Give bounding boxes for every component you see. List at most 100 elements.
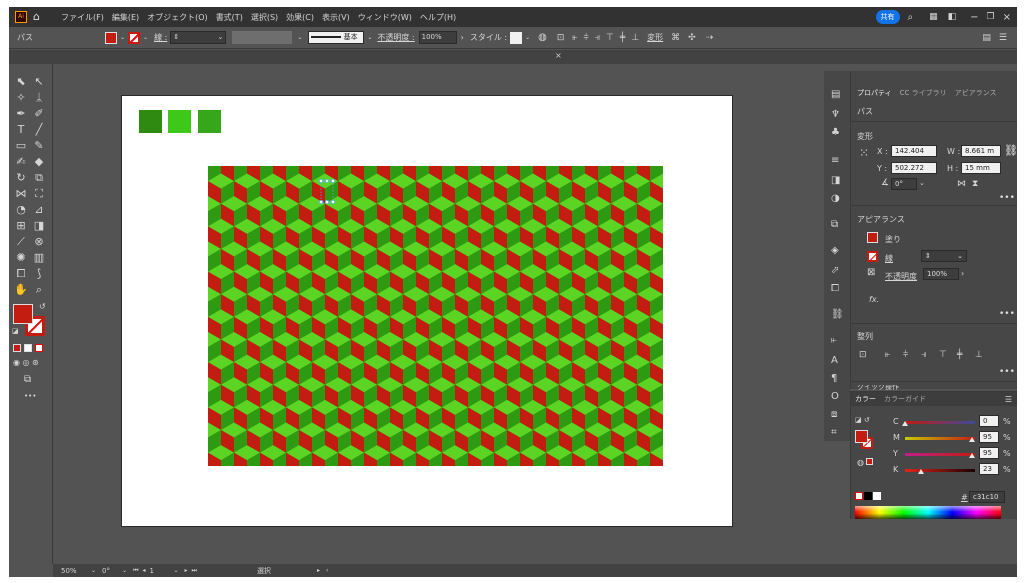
- align-left-icon[interactable]: ⫦: [572, 33, 577, 43]
- reference-point-icon[interactable]: ⁙: [859, 147, 869, 159]
- tab-color[interactable]: カラー: [855, 394, 876, 404]
- transform-label[interactable]: 変形: [647, 32, 663, 43]
- rotate-tool-icon[interactable]: ↻: [12, 170, 30, 186]
- last-artboard-icon[interactable]: ⏭: [192, 567, 197, 575]
- asset-export-icon[interactable]: ⬀: [831, 265, 839, 277]
- eyedropper-tool-icon[interactable]: ⟋: [12, 234, 30, 250]
- transparency-panel-icon[interactable]: ◑: [831, 193, 840, 205]
- align-to-icon[interactable]: ⊡: [859, 349, 867, 361]
- status-mode-label[interactable]: 選択: [257, 566, 317, 576]
- isometric-cube-pattern[interactable]: [208, 166, 663, 466]
- align-bottom-icon[interactable]: ⊥: [975, 349, 983, 361]
- minimize-icon[interactable]: −: [970, 12, 978, 23]
- home-icon[interactable]: ⌂: [33, 11, 47, 23]
- cyan-slider[interactable]: [905, 421, 975, 424]
- perspective-grid-tool-icon[interactable]: ⊿: [30, 202, 48, 218]
- align-middle-icon[interactable]: ╪: [620, 33, 625, 43]
- magic-wand-tool-icon[interactable]: ✧: [12, 90, 30, 106]
- align-bottom-icon[interactable]: ⊥: [631, 33, 639, 43]
- previous-artboard-icon[interactable]: ◂: [142, 567, 145, 574]
- fx-button[interactable]: fx.: [869, 295, 879, 304]
- status-menu-icon[interactable]: ▸: [317, 567, 320, 574]
- edit-toolbar-icon[interactable]: •••: [24, 392, 36, 400]
- black-value-field[interactable]: 23: [979, 463, 999, 475]
- y-position-field[interactable]: 502.272: [891, 162, 937, 174]
- align-center-icon[interactable]: ⫩: [903, 349, 908, 361]
- fill-swatch[interactable]: [105, 31, 117, 44]
- tab-cc-libraries[interactable]: CC ライブラリ: [900, 88, 947, 98]
- panel-options-icon[interactable]: ☰: [999, 33, 1007, 43]
- magenta-slider-thumb[interactable]: [968, 437, 975, 442]
- screen-mode-icon[interactable]: ⧉: [24, 374, 31, 385]
- more-options-icon[interactable]: •••: [999, 309, 1015, 319]
- menu-select[interactable]: 選択(S): [251, 12, 278, 23]
- chevron-down-icon[interactable]: ⌄: [143, 34, 148, 41]
- chevron-down-icon[interactable]: ⌄: [297, 34, 302, 41]
- opacity-field[interactable]: 100%: [923, 268, 959, 280]
- default-colors-icon[interactable]: ◪ ↺: [855, 416, 870, 424]
- chevron-down-icon[interactable]: ⌄: [367, 34, 372, 41]
- appearance-stroke-swatch[interactable]: [867, 251, 878, 262]
- stroke-label[interactable]: 線: [885, 253, 893, 264]
- quick-actions-icon[interactable]: ⇢: [706, 33, 714, 43]
- panel-menu-icon[interactable]: ☰: [1005, 395, 1012, 404]
- menu-type[interactable]: 書式(T): [216, 12, 243, 23]
- artboard-number-field[interactable]: 1: [149, 567, 173, 575]
- chevron-down-icon[interactable]: ⌄: [120, 34, 125, 41]
- chevron-down-icon[interactable]: ⌄: [173, 567, 178, 574]
- variable-width-field[interactable]: [232, 31, 293, 44]
- rotation-field[interactable]: 0°: [102, 567, 122, 575]
- isolate-icon[interactable]: ⌘: [671, 33, 680, 43]
- character-panel-icon[interactable]: ⫦: [831, 335, 837, 347]
- menu-window[interactable]: ウィンドウ(W): [358, 12, 412, 23]
- symbol-sprayer-tool-icon[interactable]: ✺: [12, 250, 30, 266]
- selection-tool-icon[interactable]: ⬉: [12, 74, 30, 90]
- chevron-down-icon[interactable]: ⌄: [122, 567, 127, 574]
- share-button[interactable]: 共有: [875, 10, 900, 24]
- stroke-weight-field[interactable]: ⇕ ⌄: [921, 250, 967, 262]
- chevron-down-icon[interactable]: ⌄: [91, 567, 96, 574]
- width-tool-icon[interactable]: ⋈: [12, 186, 30, 202]
- none-white-swatches[interactable]: [855, 492, 881, 502]
- align-center-icon[interactable]: ⫩: [583, 33, 588, 43]
- gradient-mode-icon[interactable]: [24, 344, 32, 352]
- align-to-icon[interactable]: ⊡: [557, 33, 565, 43]
- export-panel-icon[interactable]: ⧉: [831, 219, 838, 231]
- swatch-square-dark[interactable]: [139, 110, 162, 133]
- flip-horizontal-icon[interactable]: ⋈: [957, 178, 966, 190]
- chevron-down-icon[interactable]: ⌄: [919, 177, 925, 189]
- scroll-left-icon[interactable]: ‹: [326, 567, 328, 574]
- lasso-tool-icon[interactable]: ᛦ: [30, 90, 48, 106]
- brush-field[interactable]: 基本: [308, 31, 365, 44]
- gradient-panel-icon[interactable]: ◨: [831, 175, 840, 187]
- type-panel-icon[interactable]: A: [831, 355, 838, 367]
- pen-tool-icon[interactable]: ✒: [12, 106, 30, 122]
- align-left-icon[interactable]: ⫦: [885, 349, 890, 361]
- magenta-value-field[interactable]: 95: [979, 431, 999, 443]
- curvature-tool-icon[interactable]: ✐: [30, 106, 48, 122]
- restore-icon[interactable]: ❐: [987, 12, 995, 22]
- free-transform-tool-icon[interactable]: ⛶: [30, 186, 48, 202]
- shape-builder-tool-icon[interactable]: ◔: [12, 202, 30, 218]
- opacity-field[interactable]: 100%: [418, 31, 457, 44]
- tab-color-guide[interactable]: カラーガイド: [884, 394, 926, 404]
- yellow-slider[interactable]: [905, 453, 975, 456]
- chevron-right-icon[interactable]: ›: [961, 268, 964, 280]
- chevron-down-icon[interactable]: ⌄: [525, 34, 530, 41]
- align-middle-icon[interactable]: ╪: [957, 349, 962, 361]
- menu-view[interactable]: 表示(V): [322, 12, 350, 23]
- rotation-field[interactable]: 0°: [891, 178, 917, 190]
- artboards-panel-icon[interactable]: ⧠: [831, 283, 839, 295]
- close-document-icon[interactable]: ×: [555, 51, 562, 60]
- gradient-tool-icon[interactable]: ◨: [30, 218, 48, 234]
- chevron-right-icon[interactable]: ›: [461, 33, 464, 42]
- more-options-icon[interactable]: •••: [999, 193, 1015, 203]
- height-field[interactable]: 15 mm: [961, 162, 1001, 174]
- search-icon[interactable]: ⌕: [908, 12, 914, 23]
- hand-tool-icon[interactable]: ✋: [12, 282, 30, 298]
- links-panel-icon[interactable]: ⛓: [831, 309, 844, 321]
- line-tool-icon[interactable]: ╱: [30, 122, 48, 138]
- color-mode-icon[interactable]: [13, 344, 21, 352]
- scale-tool-icon[interactable]: ⧉: [30, 170, 48, 186]
- align-top-icon[interactable]: ⊤: [939, 349, 947, 361]
